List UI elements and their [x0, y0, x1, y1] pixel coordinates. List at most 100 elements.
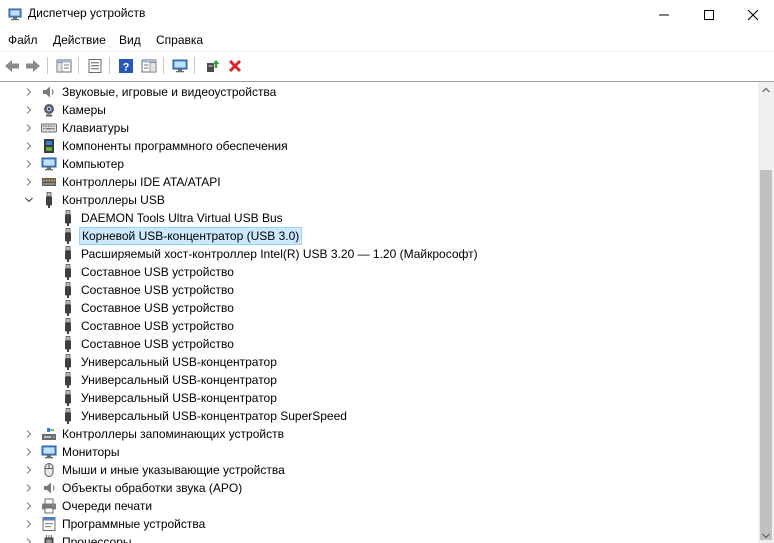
tree-category-row[interactable]: Камеры [0, 101, 758, 119]
chevron-right-icon[interactable] [24, 123, 34, 133]
tree-device-row[interactable]: Универсальный USB-концентратор SuperSpee… [0, 407, 758, 425]
menu-help[interactable]: Справка [156, 33, 203, 47]
maximize-icon [704, 10, 714, 20]
chevron-right-icon[interactable] [24, 537, 34, 543]
vertical-scrollbar[interactable] [758, 82, 774, 543]
usb-icon [65, 264, 71, 280]
chevron-right-icon[interactable] [24, 501, 34, 511]
printer-icon [42, 498, 56, 514]
show-hide-tree-icon [56, 59, 72, 73]
show-hide-tree-button[interactable] [54, 56, 74, 76]
action-pane-button[interactable] [139, 56, 159, 76]
usb-icon [65, 408, 71, 424]
close-button[interactable] [730, 0, 774, 29]
back-button[interactable] [2, 56, 22, 76]
scan-hardware-icon [172, 59, 188, 73]
tree-item-label: Универсальный USB-концентратор [81, 373, 277, 387]
tree-device-row[interactable]: Составное USB устройство [0, 281, 758, 299]
computer-icon [41, 157, 57, 171]
tree-device-row[interactable]: Расширяемый хост-контроллер Intel(R) USB… [0, 245, 758, 263]
chevron-right-icon[interactable] [24, 465, 34, 475]
chevron-right-icon[interactable] [24, 519, 34, 529]
properties-icon [88, 59, 102, 73]
usb-icon [65, 228, 71, 244]
device-manager-window: Диспетчер устройств Файл Действие Вид Сп… [0, 0, 774, 543]
usb-icon [65, 300, 71, 316]
tree-device-row[interactable]: Универсальный USB-концентратор [0, 389, 758, 407]
help-button[interactable]: ? [116, 56, 136, 76]
tree-device-row[interactable]: Универсальный USB-концентратор [0, 371, 758, 389]
maximize-button[interactable] [686, 0, 732, 29]
tree-item-label: Контроллеры запоминающих устройств [62, 427, 284, 441]
menu-action[interactable]: Действие [53, 33, 106, 47]
keyboard-icon [41, 123, 57, 133]
tree-category-row[interactable]: Звуковые, игровые и видеоустройства [0, 83, 758, 101]
chevron-right-icon[interactable] [24, 141, 34, 151]
tree-item-label: Мониторы [62, 445, 120, 459]
forward-button[interactable] [23, 56, 43, 76]
update-driver-button[interactable] [202, 56, 222, 76]
tree-category-row[interactable]: Контроллеры IDE ATA/ATAPI [0, 173, 758, 191]
uninstall-icon [228, 59, 242, 73]
scan-hardware-button[interactable] [170, 56, 190, 76]
tree-category-row[interactable]: Компоненты программного обеспечения [0, 137, 758, 155]
usb-icon [46, 192, 52, 208]
scroll-up-button[interactable] [758, 82, 774, 99]
tree-category-row[interactable]: Объекты обработки звука (APO) [0, 479, 758, 497]
properties-button[interactable] [85, 56, 105, 76]
tree-category-row[interactable]: Процессоры [0, 533, 758, 543]
tree-category-row[interactable]: Контроллеры запоминающих устройств [0, 425, 758, 443]
mouse-icon [44, 463, 54, 477]
chevron-right-icon[interactable] [24, 105, 34, 115]
tree-item-label: DAEMON Tools Ultra Virtual USB Bus [81, 211, 283, 225]
tree-item-label: Компьютер [62, 157, 125, 171]
chevron-right-icon[interactable] [24, 177, 34, 187]
scrollbar-thumb[interactable] [760, 170, 772, 540]
chevron-right-icon[interactable] [24, 87, 34, 97]
window-title: Диспетчер устройств [28, 6, 146, 20]
minimize-button[interactable] [641, 0, 687, 29]
tree-item-label: Звуковые, игровые и видеоустройства [62, 85, 277, 99]
toolbar-separator [109, 57, 110, 74]
tree-category-row[interactable]: Мониторы [0, 443, 758, 461]
software-device-icon [42, 517, 56, 531]
usb-icon [65, 390, 71, 406]
tree-device-row[interactable]: Универсальный USB-концентратор [0, 353, 758, 371]
tree-device-row[interactable]: Составное USB устройство [0, 335, 758, 353]
monitor-icon [41, 445, 57, 459]
tree-category-row[interactable]: Очереди печати [0, 497, 758, 515]
chevron-right-icon[interactable] [24, 447, 34, 457]
tree-device-row[interactable]: DAEMON Tools Ultra Virtual USB Bus [0, 209, 758, 227]
tree-device-row[interactable]: Составное USB устройство [0, 299, 758, 317]
tree-item-label: Контроллеры USB [62, 193, 165, 207]
tree-item-label: Очереди печати [62, 499, 153, 513]
scroll-down-button[interactable] [758, 527, 774, 543]
tree-device-row[interactable]: Корневой USB-концентратор (USB 3.0) [0, 227, 758, 245]
chevron-right-icon[interactable] [24, 159, 34, 169]
device-manager-app-icon [8, 8, 22, 21]
menu-view[interactable]: Вид [119, 33, 141, 47]
tree-category-row[interactable]: Клавиатуры [0, 119, 758, 137]
forward-icon [26, 60, 40, 72]
chevron-right-icon[interactable] [24, 429, 34, 439]
menu-file[interactable]: Файл [8, 33, 38, 47]
tree-device-row[interactable]: Составное USB устройство [0, 263, 758, 281]
storage-controller-icon [42, 428, 56, 440]
svg-text:?: ? [123, 62, 130, 74]
tree-category-row[interactable]: Контроллеры USB [0, 191, 758, 209]
tree-category-row[interactable]: Программные устройства [0, 515, 758, 533]
close-icon [747, 9, 759, 21]
tree-category-row[interactable]: Мыши и иные указывающие устройства [0, 461, 758, 479]
tree-item-label: Мыши и иные указывающие устройства [62, 463, 285, 477]
tree-device-row[interactable]: Составное USB устройство [0, 317, 758, 335]
back-icon [5, 60, 19, 72]
chevron-right-icon[interactable] [24, 483, 34, 493]
uninstall-device-button[interactable] [225, 56, 245, 76]
tree-item-label: Составное USB устройство [81, 319, 234, 333]
tree-item-label: Компоненты программного обеспечения [62, 139, 288, 153]
minimize-icon [659, 14, 669, 16]
ide-controller-icon [42, 178, 56, 186]
chevron-down-icon[interactable] [24, 195, 34, 205]
tree-item-label: Программные устройства [62, 517, 206, 531]
tree-category-row[interactable]: Компьютер [0, 155, 758, 173]
